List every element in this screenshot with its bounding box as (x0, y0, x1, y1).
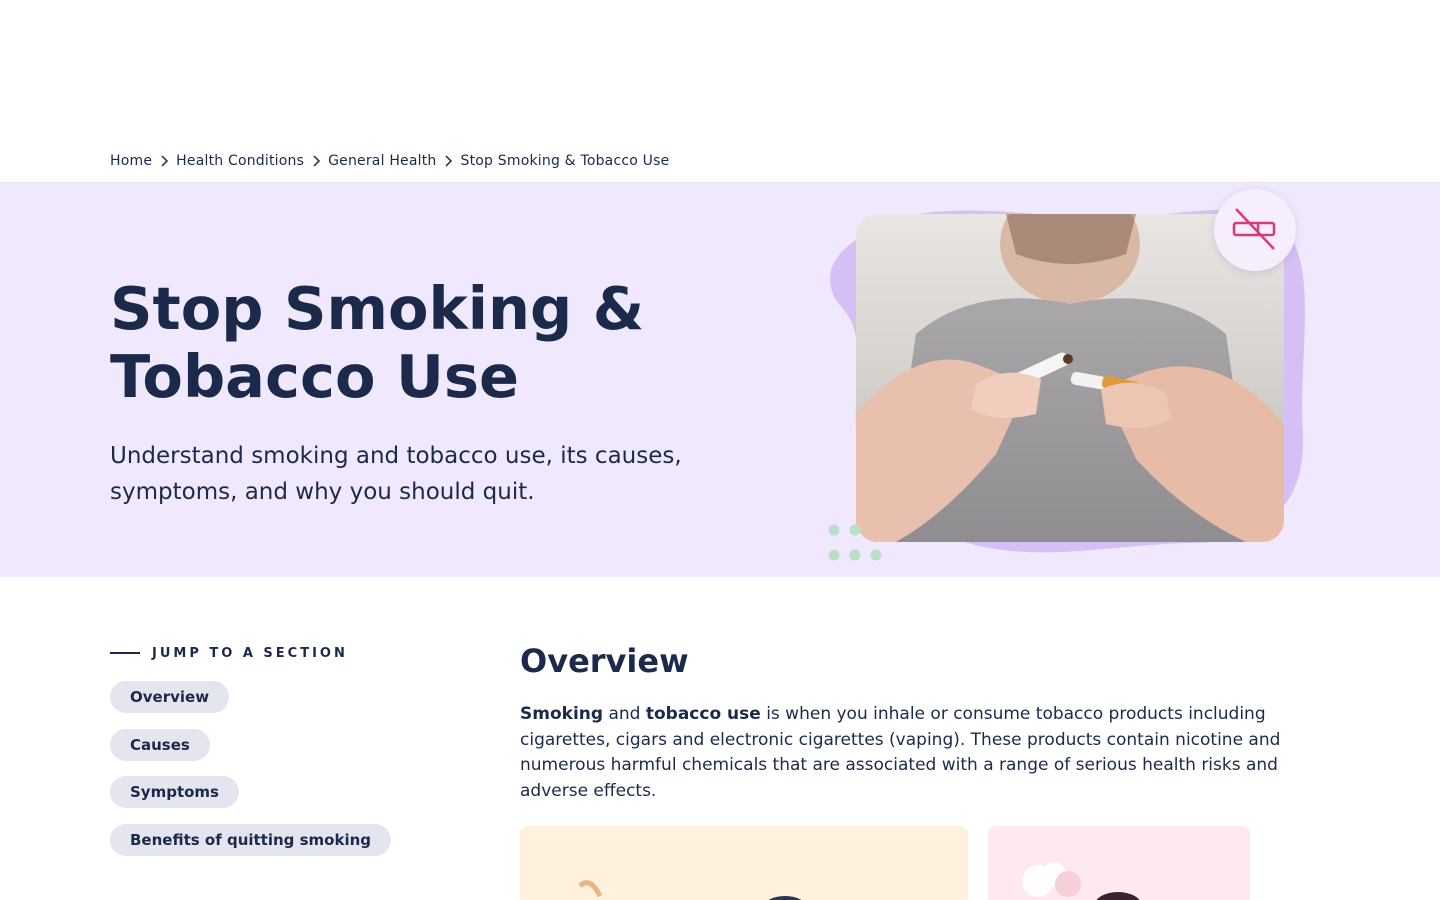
hero-banner: Stop Smoking & Tobacco Use Understand sm… (0, 182, 1440, 577)
chevron-right-icon (152, 154, 176, 168)
illustration-smoke (1022, 862, 1140, 900)
breadcrumb: Home Health Conditions General Health St… (110, 150, 669, 172)
breadcrumb-health-conditions[interactable]: Health Conditions (176, 153, 304, 169)
toc-link-benefits-of-quitting[interactable]: Benefits of quitting smoking (110, 823, 392, 856)
no-smoking-badge (1214, 189, 1296, 271)
page-title: Stop Smoking & Tobacco Use (110, 274, 645, 411)
no-smoking-icon (1232, 208, 1276, 250)
breadcrumb-current-page: Stop Smoking & Tobacco Use (460, 153, 670, 169)
illustration-card-left (520, 826, 968, 900)
toc-link-overview[interactable]: Overview (110, 681, 230, 713)
chevron-right-icon (437, 154, 461, 168)
page-subtitle: Understand smoking and tobacco use, its … (110, 443, 682, 505)
jump-to-section-nav: JUMP TO A SECTION Overview Causes Sympto… (110, 643, 450, 871)
illustration-card-right (988, 826, 1250, 900)
main-content: Overview Smoking and tobacco use is when… (520, 640, 1290, 804)
toc-link-symptoms[interactable]: Symptoms (110, 776, 239, 808)
breadcrumb-general-health[interactable]: General Health (328, 153, 436, 169)
hero-photo-illustration (856, 214, 1284, 542)
section-title-overview: Overview (520, 642, 689, 680)
overview-paragraph: Smoking and tobacco use is when you inha… (520, 702, 1282, 804)
toc-link-causes[interactable]: Causes (110, 728, 210, 761)
hero-photo-breaking-cigarette (856, 214, 1284, 542)
breadcrumb-home[interactable]: Home (110, 153, 152, 169)
toc-heading-label: JUMP TO A SECTION (152, 645, 348, 661)
overview-term-tobacco-use: tobacco use (645, 704, 761, 724)
toc-heading: JUMP TO A SECTION (110, 643, 450, 663)
chevron-right-icon (304, 154, 328, 168)
illustration-person (578, 880, 802, 900)
toc-list: Overview Causes Symptoms Benefits of qui… (110, 681, 450, 871)
toc-heading-rule (110, 652, 140, 654)
overview-term-smoking: Smoking (520, 704, 604, 724)
decorative-dots (828, 524, 882, 561)
overview-connector: and (603, 704, 646, 724)
